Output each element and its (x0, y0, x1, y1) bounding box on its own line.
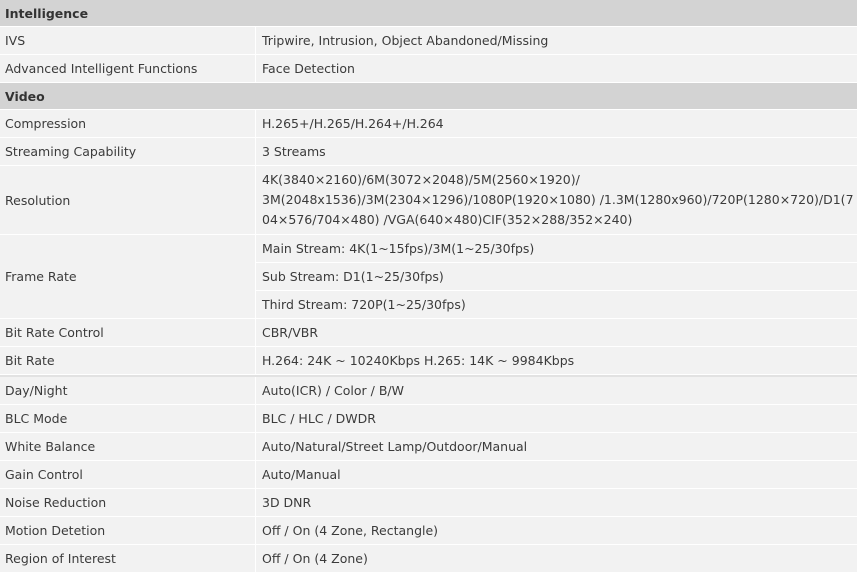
spec-row-bit-rate: Bit Rate H.264: 24K ~ 10240Kbps H.265: 1… (0, 347, 857, 375)
spec-row-ivs: IVS Tripwire, Intrusion, Object Abandone… (0, 27, 857, 55)
spec-row-day-night: Day/Night Auto(ICR) / Color / B/W (0, 377, 857, 405)
spec-value: H.264: 24K ~ 10240Kbps H.265: 14K ~ 9984… (256, 347, 857, 374)
resolution-line-1: 4K(3840×2160)/6M(3072×2048)/5M(2560×1920… (262, 172, 580, 187)
section-header-video: Video (0, 83, 857, 110)
spec-label: Bit Rate Control (0, 319, 256, 346)
spec-value: H.265+/H.265/H.264+/H.264 (256, 110, 857, 137)
spec-label: Resolution (0, 166, 256, 234)
spec-row-resolution: Resolution 4K(3840×2160)/6M(3072×2048)/5… (0, 166, 857, 235)
section-header-intelligence: Intelligence (0, 0, 857, 27)
frame-rate-main-stream: Main Stream: 4K(1~15fps)/3M(1~25/30fps) (256, 235, 857, 263)
spec-value: Auto/Manual (256, 461, 857, 488)
spec-row-blc-mode: BLC Mode BLC / HLC / DWDR (0, 405, 857, 433)
spec-row-streaming-capability: Streaming Capability 3 Streams (0, 138, 857, 166)
spec-row-white-balance: White Balance Auto/Natural/Street Lamp/O… (0, 433, 857, 461)
spec-table: Intelligence IVS Tripwire, Intrusion, Ob… (0, 0, 857, 573)
resolution-line-3: 04×576/704×480) /VGA(640×480)CIF(352×288… (262, 212, 633, 227)
resolution-line-2: 3M(2048x1536)/3M(2304×1296)/1080P(1920×1… (262, 192, 854, 207)
frame-rate-sub-stream: Sub Stream: D1(1~25/30fps) (256, 263, 857, 291)
spec-value: Auto/Natural/Street Lamp/Outdoor/Manual (256, 433, 857, 460)
spec-label: BLC Mode (0, 405, 256, 432)
spec-row-region-of-interest: Region of Interest Off / On (4 Zone) (0, 545, 857, 573)
spec-label: Advanced Intelligent Functions (0, 55, 256, 82)
spec-value: Face Detection (256, 55, 857, 82)
spec-row-noise-reduction: Noise Reduction 3D DNR (0, 489, 857, 517)
spec-label: Compression (0, 110, 256, 137)
spec-label: Motion Detetion (0, 517, 256, 544)
spec-label: Region of Interest (0, 545, 256, 572)
spec-value: 3D DNR (256, 489, 857, 516)
spec-value: Auto(ICR) / Color / B/W (256, 377, 857, 404)
spec-value: BLC / HLC / DWDR (256, 405, 857, 432)
spec-value: 4K(3840×2160)/6M(3072×2048)/5M(2560×1920… (256, 166, 857, 234)
spec-value: 3 Streams (256, 138, 857, 165)
spec-label: Day/Night (0, 377, 256, 404)
spec-row-advanced-intelligent-functions: Advanced Intelligent Functions Face Dete… (0, 55, 857, 83)
spec-value: Off / On (4 Zone) (256, 545, 857, 572)
spec-row-compression: Compression H.265+/H.265/H.264+/H.264 (0, 110, 857, 138)
frame-rate-third-stream: Third Stream: 720P(1~25/30fps) (256, 291, 857, 318)
spec-value: Tripwire, Intrusion, Object Abandoned/Mi… (256, 27, 857, 54)
spec-value: CBR/VBR (256, 319, 857, 346)
spec-row-bit-rate-control: Bit Rate Control CBR/VBR (0, 319, 857, 347)
spec-label: IVS (0, 27, 256, 54)
spec-label: Gain Control (0, 461, 256, 488)
spec-value: Main Stream: 4K(1~15fps)/3M(1~25/30fps) … (256, 235, 857, 318)
spec-row-gain-control: Gain Control Auto/Manual (0, 461, 857, 489)
spec-label: Streaming Capability (0, 138, 256, 165)
spec-label: Frame Rate (0, 235, 256, 318)
spec-row-frame-rate: Frame Rate Main Stream: 4K(1~15fps)/3M(1… (0, 235, 857, 319)
spec-label: Bit Rate (0, 347, 256, 374)
spec-label: Noise Reduction (0, 489, 256, 516)
spec-row-motion-detection: Motion Detetion Off / On (4 Zone, Rectan… (0, 517, 857, 545)
spec-label: White Balance (0, 433, 256, 460)
spec-value: Off / On (4 Zone, Rectangle) (256, 517, 857, 544)
